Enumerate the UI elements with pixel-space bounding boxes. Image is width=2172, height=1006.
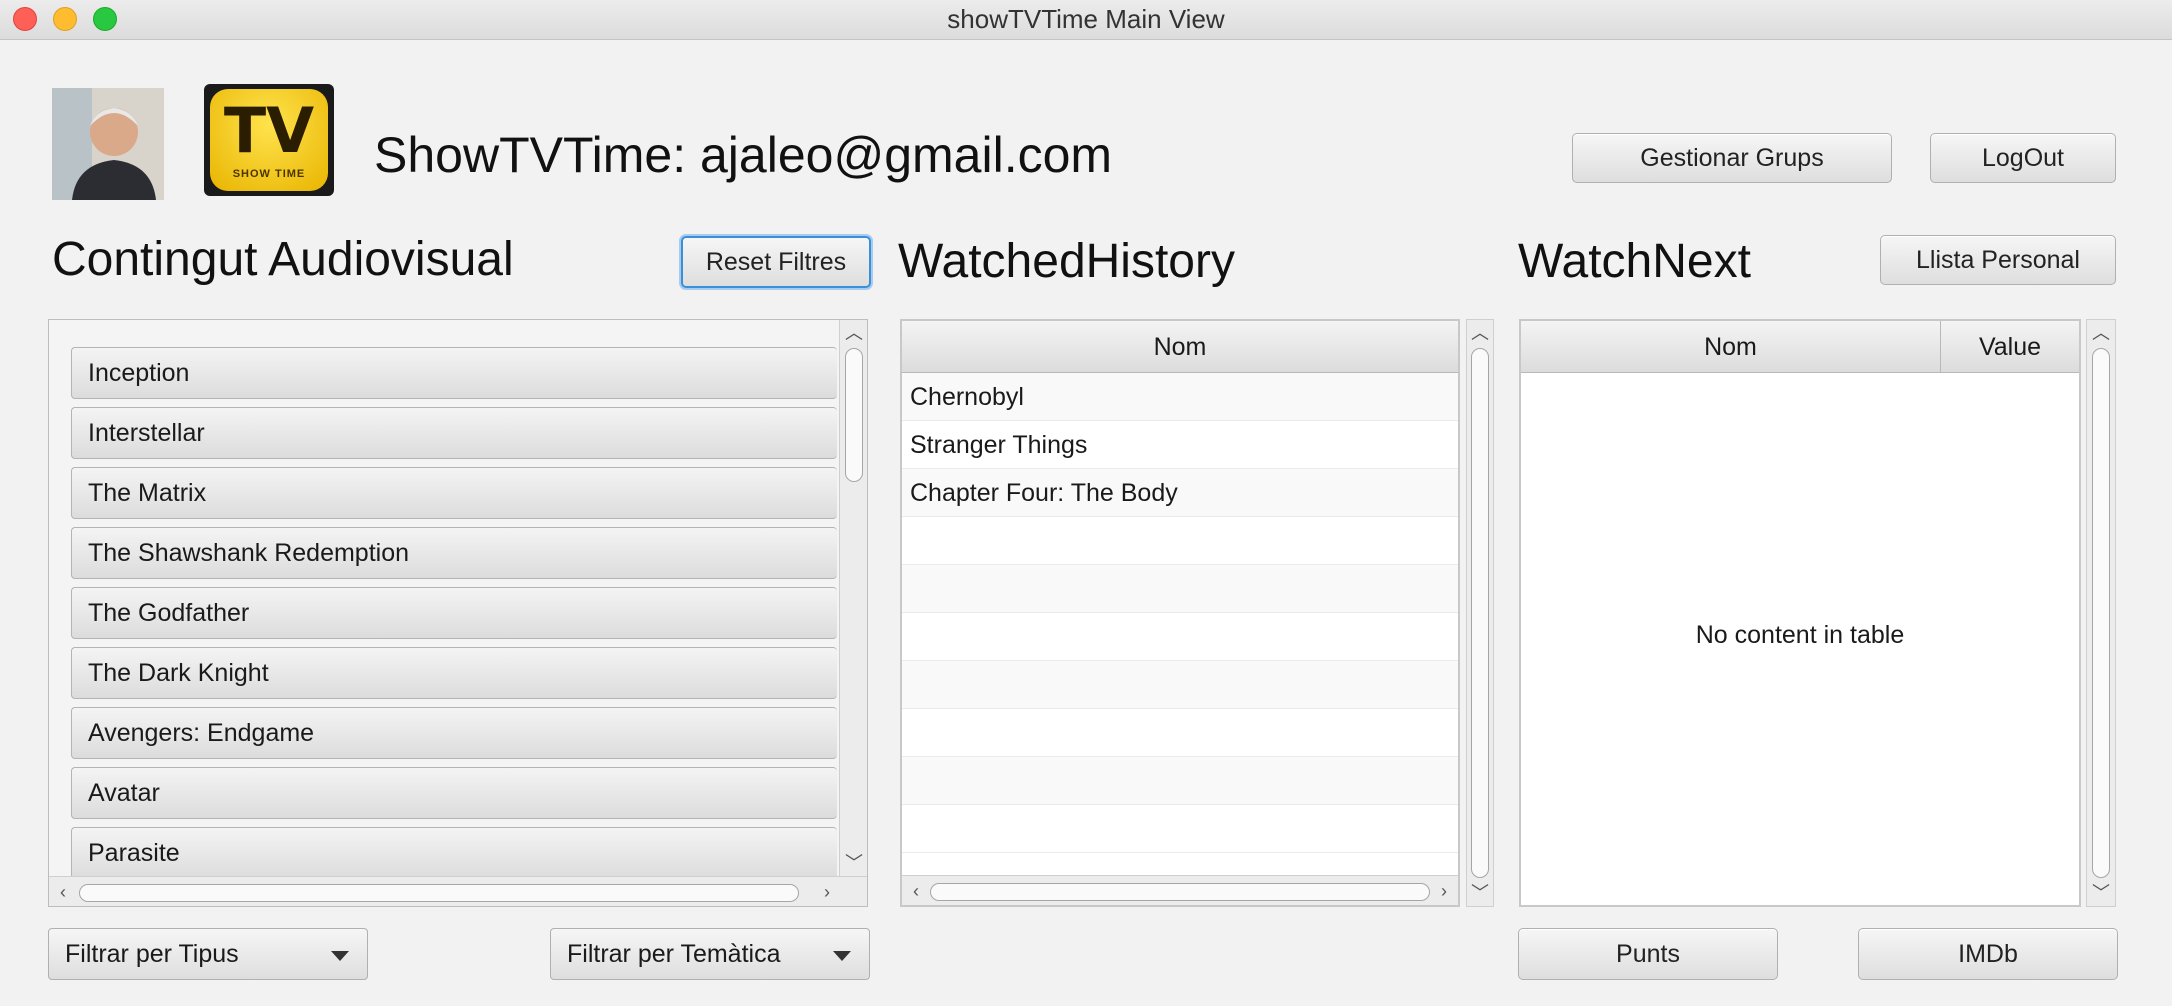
history-table[interactable]: Nom Chernobyl Stranger Things Chapter Fo… [900,319,1460,907]
list-item-label: The Shawshank Redemption [88,538,410,567]
app-logo: TV SHOW TIME [204,84,334,196]
chevron-down-icon [833,951,851,961]
filter-theme-label: Filtrar per Temàtica [567,939,781,968]
list-item[interactable]: The Matrix [71,467,837,519]
filter-theme-select[interactable]: Filtrar per Temàtica [550,928,870,980]
list-item[interactable]: The Dark Knight [71,647,837,699]
list-item-label: Interstellar [88,418,205,447]
content-title: Contingut Audiovisual [52,233,514,286]
table-row [902,613,1458,661]
list-item-label: The Matrix [88,478,207,507]
column-header-nom[interactable]: Nom [902,321,1458,373]
list-item[interactable]: Interstellar [71,407,837,459]
logout-button[interactable]: LogOut [1930,133,2116,183]
chevron-down-icon[interactable]: ﹀ [1468,882,1492,904]
window-titlebar: showTVTime Main View [0,0,2172,40]
chevron-up-icon[interactable]: ︿ [1468,322,1492,344]
history-vertical-scrollbar[interactable]: ︿ ﹀ [1466,319,1494,907]
chevron-up-icon[interactable]: ︿ [842,322,866,344]
column-header-nom[interactable]: Nom [1521,321,1941,373]
list-item-label: The Godfather [88,598,250,627]
history-title: WatchedHistory [898,235,1235,288]
content-horizontal-scrollbar[interactable]: ‹ › [49,876,867,906]
tv-logo-icon: TV [223,94,315,167]
empty-table-placeholder: No content in table [1695,621,1905,649]
list-item[interactable]: Parasite [71,827,837,879]
chevron-left-icon[interactable]: ‹ [51,881,75,903]
column-header-value[interactable]: Value [1941,321,2079,373]
window-title: showTVTime Main View [947,4,1225,34]
table-row [902,709,1458,757]
list-item[interactable]: Avengers: Endgame [71,707,837,759]
list-item[interactable]: The Godfather [71,587,837,639]
list-item[interactable]: Avatar [71,767,837,819]
chevron-down-icon[interactable]: ﹀ [2089,882,2113,904]
list-item-label: Parasite [88,838,180,867]
content-vertical-scrollbar[interactable]: ︿ ﹀ [839,320,867,876]
user-avatar [52,88,164,200]
watchnext-vertical-scrollbar[interactable]: ︿ ﹀ [2086,319,2116,907]
chevron-down-icon[interactable]: ﹀ [842,852,866,874]
list-item[interactable]: Inception [71,347,837,399]
logo-caption: SHOW TIME [232,168,306,180]
list-item-label: Avatar [88,778,160,807]
table-row [902,757,1458,805]
watchnext-title: WatchNext [1518,235,1751,288]
chevron-right-icon[interactable]: › [815,881,839,903]
personal-list-button[interactable]: Llista Personal [1880,235,2116,285]
reset-filters-button[interactable]: Reset Filtres [681,236,871,288]
list-item-label: Avengers: Endgame [88,718,315,747]
filter-type-label: Filtrar per Tipus [65,939,239,968]
points-button[interactable]: Punts [1518,928,1778,980]
list-item-label: The Dark Knight [88,658,269,687]
chevron-up-icon[interactable]: ︿ [2089,322,2113,344]
table-row [902,565,1458,613]
table-row[interactable]: Chapter Four: The Body [902,469,1458,517]
watchnext-table[interactable]: Nom Value No content in table [1519,319,2081,907]
page-title: ShowTVTime: ajaleo@gmail.com [374,127,1113,183]
imdb-button[interactable]: IMDb [1858,928,2118,980]
table-row [902,661,1458,709]
table-row [902,805,1458,853]
manage-groups-button[interactable]: Gestionar Grups [1572,133,1892,183]
person-icon [52,88,164,200]
history-horizontal-scrollbar[interactable]: ‹ › [902,875,1458,905]
table-row[interactable]: Stranger Things [902,421,1458,469]
filter-type-select[interactable]: Filtrar per Tipus [48,928,368,980]
content-list[interactable]: Inception Interstellar The Matrix The Sh… [48,319,868,907]
table-row[interactable]: Chernobyl [902,373,1458,421]
list-item[interactable]: The Shawshank Redemption [71,527,837,579]
table-row [902,517,1458,565]
list-item-label: Inception [88,358,190,387]
chevron-right-icon[interactable]: › [1432,880,1456,902]
chevron-down-icon [331,951,349,961]
chevron-left-icon[interactable]: ‹ [904,880,928,902]
